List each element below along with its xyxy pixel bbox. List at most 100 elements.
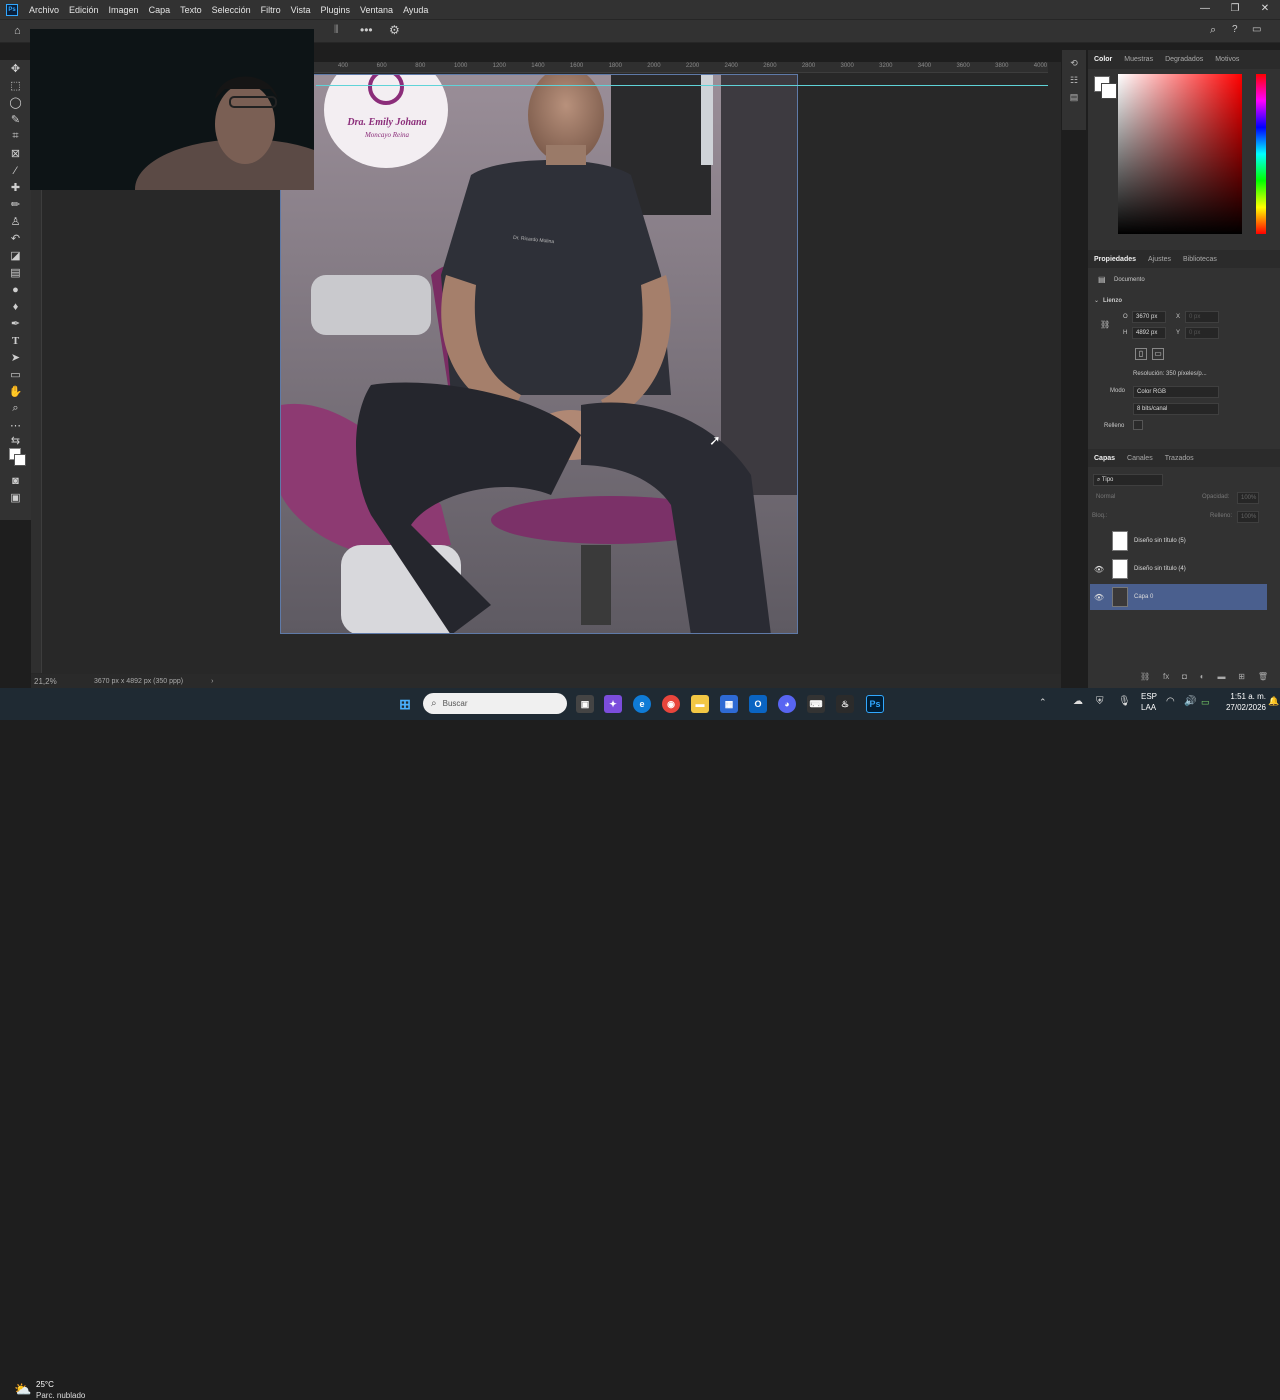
tab-propiedades[interactable]: Propiedades [1088, 250, 1142, 269]
color-field[interactable] [1118, 74, 1242, 234]
stamp-tool-icon[interactable]: ♙ [5, 213, 27, 230]
layer-name[interactable]: Diseño sin título (4) [1134, 566, 1186, 572]
quick-mask-icon[interactable]: ◙ [5, 472, 27, 489]
menu-plugins[interactable]: Plugins [316, 5, 356, 15]
outlook-icon[interactable]: O [749, 695, 767, 713]
layer-filter-select[interactable]: ⌕ Tipo [1093, 474, 1163, 486]
quick-select-tool-icon[interactable]: ✎ [5, 111, 27, 128]
fill-swatch[interactable] [1133, 420, 1143, 430]
guide-line[interactable] [316, 85, 1048, 86]
tab-motivos[interactable]: Motivos [1209, 50, 1245, 69]
menu-archivo[interactable]: Archivo [24, 5, 64, 15]
taskbar-search[interactable]: ⌕ Buscar [423, 693, 567, 714]
security-icon[interactable]: ⛨ [1096, 696, 1104, 707]
search-icon[interactable]: ⌕ [1210, 24, 1216, 37]
menu-texto[interactable]: Texto [175, 5, 207, 15]
app-icon[interactable]: ♨ [836, 695, 854, 713]
workspace-icon[interactable]: ▭ [1252, 24, 1261, 35]
landscape-orientation-icon[interactable]: ▭ [1152, 348, 1164, 360]
hue-slider[interactable] [1256, 74, 1266, 234]
tab-canales[interactable]: Canales [1121, 449, 1159, 468]
edit-toolbar-icon[interactable]: ⋯ [5, 417, 27, 434]
path-select-tool-icon[interactable]: ➤ [5, 349, 27, 366]
type-tool-icon[interactable]: T [5, 332, 27, 349]
swap-colors-icon[interactable]: ⇆ [5, 434, 27, 447]
clock-date[interactable]: 27/02/2026 [1222, 703, 1266, 712]
language-code[interactable]: ESP [1141, 692, 1157, 701]
x-field[interactable]: 0 px [1185, 311, 1219, 323]
link-dimensions-icon[interactable]: ⛓ [1100, 320, 1110, 329]
menu-seleccion[interactable]: Selección [207, 5, 256, 15]
store-icon[interactable]: ▦ [720, 695, 738, 713]
healing-brush-tool-icon[interactable]: ✚ [5, 179, 27, 196]
language-layout[interactable]: LAA [1141, 703, 1156, 712]
maximize-button[interactable]: ❐ [1220, 0, 1250, 19]
bit-depth-select[interactable]: 8 bits/canal [1133, 403, 1219, 415]
weather-temp[interactable]: 25°C [36, 1380, 54, 1389]
minimize-button[interactable]: — [1190, 0, 1220, 19]
eye-icon[interactable]: 👁 [1090, 593, 1108, 602]
wifi-icon[interactable]: ◠ [1166, 696, 1175, 707]
microphone-icon[interactable]: 🎙 [1118, 696, 1131, 707]
notifications-icon[interactable]: 🔔 [1268, 696, 1279, 707]
gear-icon[interactable]: ⚙ [389, 23, 400, 37]
rectangle-tool-icon[interactable]: ▭ [5, 366, 27, 383]
menu-ventana[interactable]: Ventana [355, 5, 398, 15]
volume-icon[interactable]: 🔊 [1184, 696, 1196, 707]
task-view-icon[interactable]: ▣ [576, 695, 594, 713]
edge-icon[interactable]: e [633, 695, 651, 713]
eraser-tool-icon[interactable]: ◪ [5, 247, 27, 264]
tab-color[interactable]: Color [1088, 50, 1118, 69]
adjustment-layer-icon[interactable]: ◐ [1200, 672, 1205, 684]
color-swatches[interactable] [5, 446, 27, 472]
background-color-swatch[interactable] [13, 454, 26, 466]
properties-panel-icon[interactable]: ☷ [1070, 75, 1078, 86]
layer-name[interactable]: Diseño sin título (5) [1134, 538, 1186, 544]
eyedropper-tool-icon[interactable]: ⁄ [5, 162, 27, 179]
help-icon[interactable]: ? [1232, 24, 1238, 35]
menu-filtro[interactable]: Filtro [256, 5, 286, 15]
brush-tool-icon[interactable]: ✏ [5, 196, 27, 213]
layer-row-selected[interactable]: 👁 Capa 0 [1090, 584, 1267, 610]
tab-ajustes[interactable]: Ajustes [1142, 250, 1177, 269]
app-icon[interactable]: ⌨ [807, 695, 825, 713]
frame-tool-icon[interactable]: ⊠ [5, 145, 27, 162]
chevron-down-icon[interactable]: ⌄ [1094, 297, 1099, 304]
clock-time[interactable]: 1:51 a. m. [1224, 692, 1266, 701]
layer-row[interactable]: Diseño sin título (5) [1090, 528, 1267, 554]
photoshop-taskbar-icon[interactable]: Ps [866, 695, 884, 713]
file-explorer-icon[interactable]: ▬ [691, 695, 709, 713]
home-icon[interactable]: ⌂ [14, 25, 21, 37]
width-field[interactable]: 3670 px [1132, 311, 1166, 323]
more-options-icon[interactable]: ••• [360, 23, 373, 37]
screen-mode-icon[interactable]: ▣ [5, 489, 27, 506]
hand-tool-icon[interactable]: ✋ [5, 383, 27, 400]
group-icon[interactable]: ▬ [1217, 672, 1225, 684]
layer-row[interactable]: 👁 Diseño sin título (4) [1090, 556, 1267, 582]
move-tool-icon[interactable]: ✥ [5, 60, 27, 77]
zoom-level[interactable]: 21,2% [34, 677, 89, 686]
chevron-right-icon[interactable]: › [211, 678, 213, 685]
blur-tool-icon[interactable]: ● [5, 281, 27, 298]
document-canvas[interactable]: Dra. Emily Johana Moncayo Reina Dr. Rica… [280, 74, 798, 634]
portrait-orientation-icon[interactable]: ▯ [1135, 348, 1147, 360]
history-panel-icon[interactable]: ⟲ [1070, 58, 1078, 69]
tab-bibliotecas[interactable]: Bibliotecas [1177, 250, 1223, 269]
opacity-field[interactable]: 100% [1237, 492, 1259, 504]
crop-tool-icon[interactable]: ⌗ [5, 128, 27, 145]
discord-icon[interactable]: ◕ [778, 695, 796, 713]
zoom-tool-icon[interactable]: ⌕ [5, 400, 27, 417]
align-icon[interactable]: ⫴ [334, 24, 339, 37]
y-field[interactable]: 0 px [1185, 327, 1219, 339]
weather-desc[interactable]: Parc. nublado [36, 1391, 85, 1400]
color-mode-select[interactable]: Color RGB [1133, 386, 1219, 398]
new-layer-icon[interactable]: ⊞ [1238, 672, 1245, 684]
tray-chevron-icon[interactable]: ⌃ [1039, 697, 1047, 708]
layer-style-icon[interactable]: fx [1163, 672, 1169, 684]
menu-ayuda[interactable]: Ayuda [398, 5, 433, 15]
menu-capa[interactable]: Capa [144, 5, 176, 15]
battery-icon[interactable]: ▭ [1201, 697, 1210, 708]
pen-tool-icon[interactable]: ✒ [5, 315, 27, 332]
dodge-tool-icon[interactable]: ♦ [5, 298, 27, 315]
tab-trazados[interactable]: Trazados [1159, 449, 1200, 468]
